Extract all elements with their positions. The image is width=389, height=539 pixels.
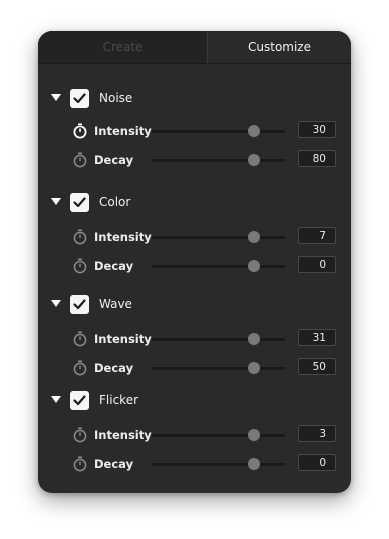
param-label: Intensity	[94, 428, 152, 442]
param-row-color-intensity: Intensity 7	[38, 227, 351, 247]
intensity-value-field[interactable]: 31	[298, 329, 336, 346]
wave-enable-checkbox[interactable]	[70, 295, 89, 314]
param-label: Decay	[94, 457, 134, 471]
intensity-slider[interactable]	[152, 125, 285, 137]
checkmark-icon	[73, 299, 86, 310]
noise-enable-checkbox[interactable]	[70, 89, 89, 108]
stopwatch-icon[interactable]	[72, 229, 88, 245]
param-row-wave-intensity: Intensity 31	[38, 329, 351, 349]
slider-track	[152, 367, 285, 370]
slider-track	[152, 130, 285, 133]
decay-value-field[interactable]: 0	[298, 454, 336, 471]
section-label: Flicker	[99, 393, 139, 407]
stopwatch-icon[interactable]	[72, 427, 88, 443]
slider-track	[152, 236, 285, 239]
stopwatch-icon[interactable]	[72, 360, 88, 376]
param-label: Intensity	[94, 332, 152, 346]
intensity-value-field[interactable]: 30	[298, 121, 336, 138]
param-row-noise-decay: Decay 80	[38, 150, 351, 170]
stopwatch-icon[interactable]	[72, 331, 88, 347]
slider-track	[152, 265, 285, 268]
slider-thumb[interactable]	[248, 458, 261, 470]
param-label: Decay	[94, 153, 134, 167]
collapse-triangle-icon[interactable]	[51, 198, 61, 205]
slider-thumb[interactable]	[248, 231, 261, 243]
tab-divider	[38, 63, 351, 64]
stopwatch-icon[interactable]	[72, 152, 88, 168]
color-enable-checkbox[interactable]	[70, 193, 89, 212]
section-header-wave: Wave	[38, 292, 351, 318]
decay-slider[interactable]	[152, 458, 285, 470]
param-label: Intensity	[94, 124, 152, 138]
section-label: Wave	[99, 297, 132, 311]
stopwatch-icon[interactable]	[72, 258, 88, 274]
section-label: Color	[99, 195, 131, 209]
slider-thumb[interactable]	[248, 333, 261, 345]
checkmark-icon	[73, 197, 86, 208]
checkmark-icon	[73, 395, 86, 406]
checkmark-icon	[73, 93, 86, 104]
slider-thumb[interactable]	[248, 429, 261, 441]
param-label: Intensity	[94, 230, 152, 244]
customize-panel: Create Customize Noise Intensity 30 Deca…	[38, 31, 351, 493]
decay-slider[interactable]	[152, 362, 285, 374]
section-header-noise: Noise	[38, 86, 351, 112]
slider-track	[152, 159, 285, 162]
flicker-enable-checkbox[interactable]	[70, 391, 89, 410]
decay-slider[interactable]	[152, 260, 285, 272]
param-row-flicker-intensity: Intensity 3	[38, 425, 351, 445]
stopwatch-icon[interactable]	[72, 456, 88, 472]
intensity-value-field[interactable]: 3	[298, 425, 336, 442]
tab-bar: Create Customize	[38, 31, 351, 63]
decay-value-field[interactable]: 80	[298, 150, 336, 167]
section-label: Noise	[99, 91, 133, 105]
param-row-wave-decay: Decay 50	[38, 358, 351, 378]
slider-thumb[interactable]	[248, 125, 261, 137]
decay-value-field[interactable]: 50	[298, 358, 336, 375]
tab-customize[interactable]: Customize	[208, 31, 351, 63]
collapse-triangle-icon[interactable]	[51, 396, 61, 403]
decay-value-field[interactable]: 0	[298, 256, 336, 273]
section-header-flicker: Flicker	[38, 388, 351, 414]
intensity-slider[interactable]	[152, 429, 285, 441]
slider-track	[152, 338, 285, 341]
intensity-value-field[interactable]: 7	[298, 227, 336, 244]
param-label: Decay	[94, 361, 134, 375]
section-header-color: Color	[38, 190, 351, 216]
slider-thumb[interactable]	[248, 362, 261, 374]
intensity-slider[interactable]	[152, 231, 285, 243]
stopwatch-icon[interactable]	[72, 123, 88, 139]
decay-slider[interactable]	[152, 154, 285, 166]
slider-thumb[interactable]	[248, 154, 261, 166]
param-row-color-decay: Decay 0	[38, 256, 351, 276]
param-row-flicker-decay: Decay 0	[38, 454, 351, 474]
collapse-triangle-icon[interactable]	[51, 94, 61, 101]
slider-thumb[interactable]	[248, 260, 261, 272]
collapse-triangle-icon[interactable]	[51, 300, 61, 307]
slider-track	[152, 463, 285, 466]
tab-create[interactable]: Create	[38, 31, 208, 63]
slider-track	[152, 434, 285, 437]
intensity-slider[interactable]	[152, 333, 285, 345]
param-row-noise-intensity: Intensity 30	[38, 121, 351, 141]
param-label: Decay	[94, 259, 134, 273]
